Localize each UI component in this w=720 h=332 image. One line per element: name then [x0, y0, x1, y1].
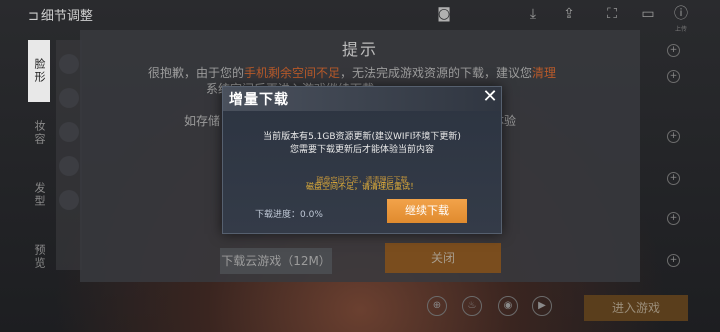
plus-icon[interactable]: +: [667, 130, 680, 143]
feature-column: [56, 40, 82, 270]
feature-icon[interactable]: [59, 54, 79, 74]
plus-icon[interactable]: +: [667, 254, 680, 267]
eye-icon[interactable]: ◉: [498, 296, 518, 316]
back-arrow-icon: ⊐: [28, 9, 39, 24]
feature-icon[interactable]: [59, 190, 79, 210]
dialog-title: 增量下载: [229, 92, 289, 108]
sidebar-item-makeup[interactable]: 妆容: [28, 102, 50, 164]
plus-icon[interactable]: +: [667, 212, 680, 225]
info-label: 上传: [674, 26, 687, 33]
sidebar: 脸形 妆容 发型 预览: [28, 40, 50, 288]
plus-icon[interactable]: +: [667, 70, 680, 83]
feature-icon[interactable]: [59, 88, 79, 108]
camera-icon[interactable]: ◙: [436, 6, 452, 22]
back-button[interactable]: ⊐ 细节调整: [28, 5, 93, 24]
download-cloud-game-button[interactable]: 下载云游戏（12M）: [220, 248, 332, 274]
close-button[interactable]: 关闭: [385, 243, 501, 273]
feature-icon[interactable]: [59, 122, 79, 142]
share-icon[interactable]: ⇪: [561, 6, 577, 22]
avatar-frame-icon[interactable]: ⛶: [604, 6, 620, 22]
feature-icon[interactable]: [59, 156, 79, 176]
download-icon[interactable]: ⤓: [525, 6, 541, 22]
incremental-download-dialog: 增量下载 ✕ 当前版本有5.1GB资源更新(建议WIFI环境下更新) 您需要下载…: [222, 86, 502, 234]
video-icon[interactable]: ▶: [532, 296, 552, 316]
back-label: 细节调整: [40, 9, 93, 24]
continue-download-button[interactable]: 继续下载: [387, 199, 467, 223]
tip-message-line1: 很抱歉，由于您的手机剩余空间不足，无法完成游戏资源的下载，建议您清理: [148, 66, 557, 80]
info-icon[interactable]: ⓘ 上传: [673, 6, 689, 33]
sidebar-item-face[interactable]: 脸形: [28, 40, 50, 102]
globe-icon[interactable]: ⊕: [427, 296, 447, 316]
disk-space-warning: 磁盘空间不足，请清理后重试！: [306, 182, 418, 191]
tip-title: 提示: [341, 40, 378, 59]
update-size-text: 当前版本有5.1GB资源更新(建议WIFI环境下更新): [263, 132, 461, 142]
update-required-text: 您需要下载更新后才能体验当前内容: [289, 145, 434, 155]
close-icon[interactable]: ✕: [481, 88, 499, 106]
sidebar-item-hair[interactable]: 发型: [28, 164, 50, 226]
top-bar: ⊐ 细节调整 ◙ ⤓ ⇪ ⛶ ▭ ⓘ 上传: [0, 0, 720, 33]
dialog-header: 增量下载 ✕: [223, 87, 501, 111]
sidebar-item-preview[interactable]: 预览: [28, 226, 50, 288]
enter-game-button[interactable]: 进入游戏: [584, 295, 688, 321]
tip-message-line3: 如存储: [184, 114, 221, 128]
plus-icon[interactable]: +: [667, 44, 680, 57]
download-progress: 下载进度：0.0%: [255, 210, 323, 220]
fire-icon[interactable]: ♨: [462, 296, 482, 316]
plus-icon[interactable]: +: [667, 172, 680, 185]
screen-icon[interactable]: ▭: [640, 6, 656, 22]
